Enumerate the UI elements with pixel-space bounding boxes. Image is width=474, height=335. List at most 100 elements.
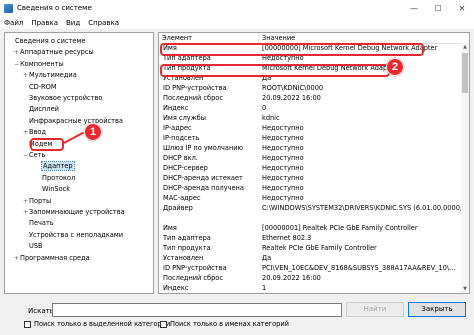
tree-node[interactable]: +Программная среда bbox=[13, 253, 90, 263]
table-row[interactable]: IP-адрес Недоступно bbox=[159, 124, 469, 133]
cell-value: 20.09.2022 16:00 bbox=[262, 94, 321, 102]
table-row[interactable]: Тип продукта Realtek PCIe GbE Family Cont… bbox=[159, 244, 469, 253]
collapse-icon[interactable]: − bbox=[22, 151, 29, 161]
cell-item: MAC-адрес bbox=[163, 194, 201, 202]
table-row[interactable]: DHCP-аренда получена Недоступно bbox=[159, 184, 469, 193]
table-row[interactable]: DHCP-аренда истекает Недоступно bbox=[159, 174, 469, 183]
cell-value: Недоступно bbox=[262, 184, 304, 192]
tree-node[interactable]: +Мультимедиа bbox=[22, 70, 77, 80]
column-header-value[interactable]: Значение bbox=[259, 33, 295, 43]
table-row[interactable]: Последний сброс 20.09.2022 16:00 bbox=[159, 94, 469, 103]
tree-node[interactable]: −Компоненты bbox=[13, 59, 64, 69]
scrollbar-thumb[interactable] bbox=[462, 53, 468, 93]
cell-item: Имя bbox=[163, 224, 177, 232]
tree-node[interactable]: +Порты bbox=[22, 196, 51, 206]
tree-node[interactable]: Печать bbox=[22, 218, 54, 228]
table-row[interactable]: ID PNP-устройства PCI\VEN_10EC&DEV_8168&S… bbox=[159, 264, 469, 273]
table-row[interactable]: Индекс 0 bbox=[159, 104, 469, 113]
tree-node[interactable]: Адаптер bbox=[35, 161, 75, 172]
table-row[interactable]: IP-подсеть Недоступно bbox=[159, 134, 469, 143]
collapse-icon[interactable]: − bbox=[13, 60, 20, 70]
tree-node[interactable]: +Ввод bbox=[22, 127, 46, 137]
vertical-scrollbar[interactable]: ▲ ▼ bbox=[461, 43, 469, 293]
table-row[interactable] bbox=[159, 214, 469, 223]
tree-node[interactable]: USB bbox=[22, 241, 43, 251]
tree-node-label: CD-ROM bbox=[29, 82, 57, 91]
window-title: Сведения о системе bbox=[17, 4, 92, 12]
tree-node[interactable]: +Запоминающие устройства bbox=[22, 207, 125, 217]
check-selected-category-row[interactable]: Поиск только в выделенной категории bbox=[24, 320, 170, 328]
table-row[interactable]: Последний сброс 20.09.2022 16:00 bbox=[159, 274, 469, 283]
tree-node[interactable]: Протокол bbox=[35, 173, 75, 183]
menu-view[interactable]: Вид bbox=[62, 19, 84, 27]
tree-node[interactable]: Дисплей bbox=[22, 104, 59, 114]
table-row[interactable]: Имя [00000001] Realtek PCIe GbE Family Co… bbox=[159, 224, 469, 233]
annotation-badge-1: 1 bbox=[84, 123, 102, 141]
tree-node-label: Сведения о системе bbox=[15, 37, 86, 45]
minimize-button[interactable]: — bbox=[402, 0, 426, 16]
table-row[interactable]: Драйвер C:\WINDOWS\SYSTEM32\DRIVERS\KDNIC… bbox=[159, 204, 469, 213]
cell-item: DHCP-аренда получена bbox=[163, 184, 244, 192]
maximize-button[interactable]: ☐ bbox=[426, 0, 450, 16]
tree-node-label: Печать bbox=[29, 219, 54, 228]
tree-node[interactable]: Звуковое устройство bbox=[22, 93, 102, 103]
cell-item: Драйвер bbox=[163, 204, 193, 212]
cell-item: IP-подсеть bbox=[163, 134, 200, 142]
check-category-names-row[interactable]: Поиск только в именах категорий bbox=[160, 320, 289, 328]
cell-value: C:\WINDOWS\SYSTEM32\DRIVERS\KDNIC.SYS (6… bbox=[262, 204, 467, 212]
tree-node[interactable]: Сведения о системе bbox=[8, 36, 85, 46]
expand-icon[interactable]: + bbox=[22, 197, 29, 207]
table-row[interactable]: Индекс 1 bbox=[159, 284, 469, 293]
table-row[interactable]: Шлюз IP по умолчанию Недоступно bbox=[159, 144, 469, 153]
table-row[interactable]: Имя службы kdnic bbox=[159, 114, 469, 123]
cell-item: Последний сброс bbox=[163, 274, 223, 282]
search-input[interactable] bbox=[52, 303, 342, 317]
table-row[interactable]: DHCP вкл. Недоступно bbox=[159, 154, 469, 163]
find-button[interactable]: Найти bbox=[346, 302, 404, 317]
cell-value: Недоступно bbox=[262, 174, 304, 182]
table-row[interactable]: MAC-адрес Недоступно bbox=[159, 194, 469, 203]
category-tree[interactable]: Сведения о системе +Аппаратные ресурсы −Ко… bbox=[4, 32, 154, 294]
menu-edit[interactable]: Правка bbox=[27, 19, 62, 27]
tree-node[interactable]: Устройства с неполадками bbox=[22, 230, 123, 240]
expand-icon[interactable]: + bbox=[22, 128, 29, 138]
check-selected-category-checkbox[interactable] bbox=[24, 320, 31, 328]
table-row[interactable]: DHCP-сервер Недоступно bbox=[159, 164, 469, 173]
check-category-names-checkbox[interactable] bbox=[160, 320, 167, 328]
highlight-product-type-row bbox=[160, 64, 390, 77]
cell-item: ID PNP-устройства bbox=[163, 264, 227, 272]
cell-item: DHCP-аренда истекает bbox=[163, 174, 243, 182]
tree-node[interactable]: WinSock bbox=[35, 184, 70, 194]
tree-node[interactable]: +Аппаратные ресурсы bbox=[13, 47, 94, 57]
close-button[interactable]: ✕ bbox=[450, 0, 474, 16]
tree-node-label: Протокол bbox=[42, 173, 76, 182]
cell-value: kdnic bbox=[262, 114, 280, 122]
expand-icon[interactable]: + bbox=[13, 48, 20, 58]
expand-icon[interactable]: + bbox=[22, 71, 29, 81]
menu-file[interactable]: Файл bbox=[0, 19, 27, 27]
table-row[interactable]: Установлен Да bbox=[159, 254, 469, 263]
close-search-button[interactable]: Закрыть bbox=[408, 302, 466, 317]
table-row[interactable]: Тип адаптера Ethernet 802.3 bbox=[159, 234, 469, 243]
cell-value: PCI\VEN_10EC&DEV_8168&SUBSYS_388A17AA&RE… bbox=[262, 264, 456, 272]
tree-node[interactable]: CD-ROM bbox=[22, 82, 57, 92]
tree-node[interactable]: −Сеть bbox=[22, 150, 45, 160]
expand-icon[interactable]: + bbox=[13, 254, 20, 264]
tree-node-label: Сеть bbox=[29, 151, 46, 159]
cell-value: Недоступно bbox=[262, 144, 304, 152]
menu-help[interactable]: Справка bbox=[84, 19, 123, 27]
cell-item: DHCP-сервер bbox=[163, 164, 208, 172]
scroll-down-arrow-icon[interactable]: ▼ bbox=[461, 285, 469, 293]
scroll-up-arrow-icon[interactable]: ▲ bbox=[461, 43, 469, 51]
expand-icon[interactable]: + bbox=[22, 208, 29, 218]
tree-node-label: Дисплей bbox=[29, 105, 59, 114]
table-row[interactable]: ID PNP-устройства ROOT\KDNIC\0000 bbox=[159, 84, 469, 93]
tree-node-label: Ввод bbox=[29, 128, 47, 137]
column-header-item[interactable]: Элемент bbox=[159, 33, 192, 43]
cell-value: Да bbox=[262, 254, 272, 262]
highlight-adapter-node bbox=[30, 138, 64, 151]
tree-node-label: Аппаратные ресурсы bbox=[20, 48, 94, 57]
cell-item: Установлен bbox=[163, 254, 204, 262]
tree-node[interactable]: Инфракрасные устройства bbox=[22, 116, 123, 126]
cell-value: Недоступно bbox=[262, 164, 304, 172]
